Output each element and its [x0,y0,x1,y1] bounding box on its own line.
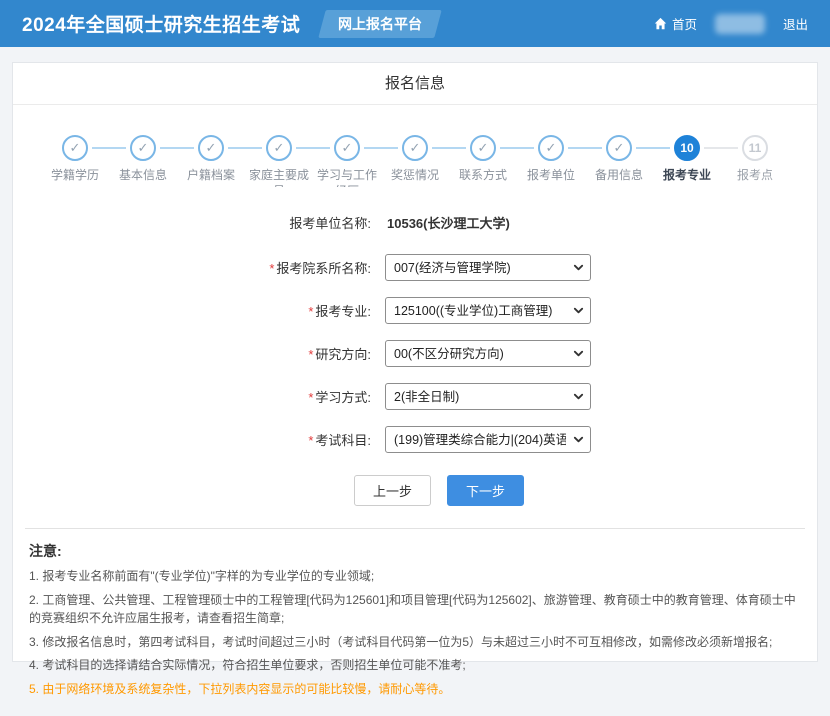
study-mode-select[interactable]: 2(非全日制) [385,383,591,410]
step-7-contact: ✓ 联系方式 [449,135,517,187]
exam-subjects-select[interactable]: (199)管理类综合能力|(204)英语（二）|(-... [385,426,591,453]
step-9-backup-info: ✓ 备用信息 [585,135,653,187]
required-mark: * [269,261,274,276]
form-buttons: 上一步 下一步 [37,475,830,506]
home-link-label: 首页 [672,14,697,33]
step-label: 奖惩情况 [382,167,448,183]
step-label: 报考点 [722,167,788,183]
step-1-school-record: ✓ 学籍学历 [41,135,109,187]
notes-section: 注意: 1. 报考专业名称前面有"(专业学位)"字样的为专业学位的专业领域; 2… [13,529,817,716]
step-8-target-unit: ✓ 报考单位 [517,135,585,187]
major-label: *报考专业: [13,301,371,320]
step-check-icon: ✓ [402,135,428,161]
step-label: 报考专业 [654,167,720,183]
required-mark: * [308,390,313,405]
notes-title: 注意: [29,541,801,561]
previous-step-button[interactable]: 上一步 [354,475,431,506]
major-row: *报考专业: 125100((专业学位)工商管理) [13,297,817,324]
exam-subjects-select-wrap: (199)管理类综合能力|(204)英语（二）|(-... [385,426,591,453]
unit-name-label: 报考单位名称: [13,213,371,232]
step-2-basic-info: ✓ 基本信息 [109,135,177,187]
study-mode-label: *学习方式: [13,387,371,406]
app-title: 2024年全国硕士研究生招生考试 [22,10,300,37]
major-select-wrap: 125100((专业学位)工商管理) [385,297,591,324]
step-check-icon: ✓ [62,135,88,161]
study-mode-select-wrap: 2(非全日制) [385,383,591,410]
department-select-wrap: 007(经济与管理学院) [385,254,591,281]
step-number: 10 [674,135,700,161]
step-label: 学籍学历 [42,167,108,183]
home-icon [654,17,667,30]
step-check-icon: ✓ [606,135,632,161]
step-11-exam-site: 11 报考点 [721,135,789,187]
department-label: *报考院系所名称: [13,258,371,277]
research-direction-row: *研究方向: 00(不区分研究方向) [13,340,817,367]
major-select[interactable]: 125100((专业学位)工商管理) [385,297,591,324]
step-label: 备用信息 [586,167,652,183]
step-check-icon: ✓ [198,135,224,161]
step-check-icon: ✓ [538,135,564,161]
note-item-3: 3. 修改报名信息时，第四考试科目，考试时间超过三小时（考试科目代码第一位为5）… [29,633,801,652]
step-3-household: ✓ 户籍档案 [177,135,245,187]
study-mode-row: *学习方式: 2(非全日制) [13,383,817,410]
step-label: 家庭主要成员 [246,167,312,187]
exam-subjects-row: *考试科目: (199)管理类综合能力|(204)英语（二）|(-... [13,426,817,453]
step-label: 基本信息 [110,167,176,183]
required-mark: * [308,347,313,362]
unit-name-row: 报考单位名称: 10536(长沙理工大学) [13,213,817,232]
topbar-right: 首页 退出 [654,14,808,34]
step-label: 户籍档案 [178,167,244,183]
step-number: 11 [742,135,768,161]
platform-badge: 网上报名平台 [319,10,443,38]
step-check-icon: ✓ [266,135,292,161]
page-title: 报名信息 [13,63,817,105]
step-label: 联系方式 [450,167,516,183]
unit-name-value: 10536(长沙理工大学) [387,213,510,232]
step-check-icon: ✓ [470,135,496,161]
next-step-button[interactable]: 下一步 [447,475,524,506]
registration-card: 报名信息 ✓ 学籍学历 ✓ 基本信息 ✓ 户籍档案 ✓ 家庭主要成员 ✓ 学习与… [12,62,818,662]
department-row: *报考院系所名称: 007(经济与管理学院) [13,254,817,281]
step-check-icon: ✓ [334,135,360,161]
home-link[interactable]: 首页 [654,14,697,33]
step-5-study-work: ✓ 学习与工作经历 [313,135,381,187]
required-mark: * [308,433,313,448]
step-6-rewards: ✓ 奖惩情况 [381,135,449,187]
stepper: ✓ 学籍学历 ✓ 基本信息 ✓ 户籍档案 ✓ 家庭主要成员 ✓ 学习与工作经历 … [13,105,817,187]
department-select[interactable]: 007(经济与管理学院) [385,254,591,281]
required-mark: * [308,304,313,319]
note-item-2: 2. 工商管理、公共管理、工程管理硕士中的工程管理[代码为125601]和项目管… [29,591,801,628]
note-item-5-warning: 5. 由于网络环境及系统复杂性，下拉列表内容显示的可能比较慢，请耐心等待。 [29,680,801,699]
research-direction-label: *研究方向: [13,344,371,363]
step-check-icon: ✓ [130,135,156,161]
username-redacted [715,14,765,34]
step-label: 学习与工作经历 [314,167,380,187]
app-header: 2024年全国硕士研究生招生考试 网上报名平台 首页 退出 [0,0,830,47]
research-direction-select[interactable]: 00(不区分研究方向) [385,340,591,367]
step-10-target-major: 10 报考专业 [653,135,721,187]
note-item-4: 4. 考试科目的选择请结合实际情况，符合招生单位要求，否则招生单位可能不准考; [29,656,801,675]
platform-badge-label: 网上报名平台 [338,14,422,34]
step-4-family-members: ✓ 家庭主要成员 [245,135,313,187]
note-item-1: 1. 报考专业名称前面有"(专业学位)"字样的为专业学位的专业领域; [29,567,801,586]
major-form: 报考单位名称: 10536(长沙理工大学) *报考院系所名称: 007(经济与管… [13,213,817,506]
exam-subjects-label: *考试科目: [13,430,371,449]
step-label: 报考单位 [518,167,584,183]
logout-link[interactable]: 退出 [783,14,808,33]
research-direction-select-wrap: 00(不区分研究方向) [385,340,591,367]
